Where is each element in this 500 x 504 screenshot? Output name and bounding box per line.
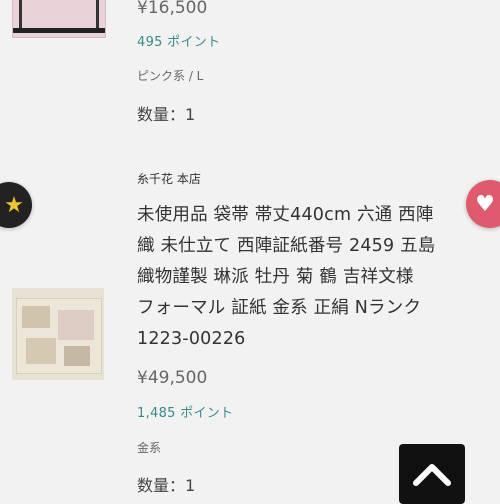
product-price: ¥16,500 [137, 0, 208, 18]
product-variant: 金系 [137, 441, 162, 455]
product-thumbnail[interactable] [12, 0, 106, 38]
product-points: 495 ポイント [137, 35, 221, 50]
back-to-top-button[interactable] [399, 444, 465, 504]
star-icon: ★ [4, 192, 24, 218]
chevron-up-icon [413, 464, 451, 486]
product-title[interactable]: 未使用品 袋帯 帯丈440cm 六通 西陣 織 未仕立て 西陣証紙番号 2459… [137, 200, 467, 355]
shop-name[interactable]: 糸千花 本店 [137, 170, 201, 187]
product-title-line: 織 未仕立て 西陣証紙番号 2459 五島 [137, 236, 436, 256]
product-title-line: 織物謹製 琳派 牡丹 菊 鶴 吉祥文様 [137, 267, 414, 287]
product-price: ¥49,500 [137, 368, 208, 388]
product-points: 1,485 ポイント [137, 406, 234, 421]
product-title-line: 未使用品 袋帯 帯丈440cm 六通 西陣 [137, 205, 434, 225]
product-variant: ピンク系 / L [137, 69, 204, 83]
product-thumbnail[interactable] [12, 288, 104, 380]
product-item: ¥16,500 495 ポイント ピンク系 / L 数量：1 [0, 0, 500, 130]
product-quantity: 数量：1 [137, 476, 196, 495]
heart-icon: ♥ [475, 191, 495, 217]
product-title-line: フォーマル 証紙 金系 正絹 Nランク [137, 298, 422, 318]
product-quantity: 数量：1 [137, 105, 196, 124]
product-title-line: 1223-00226 [137, 329, 246, 349]
